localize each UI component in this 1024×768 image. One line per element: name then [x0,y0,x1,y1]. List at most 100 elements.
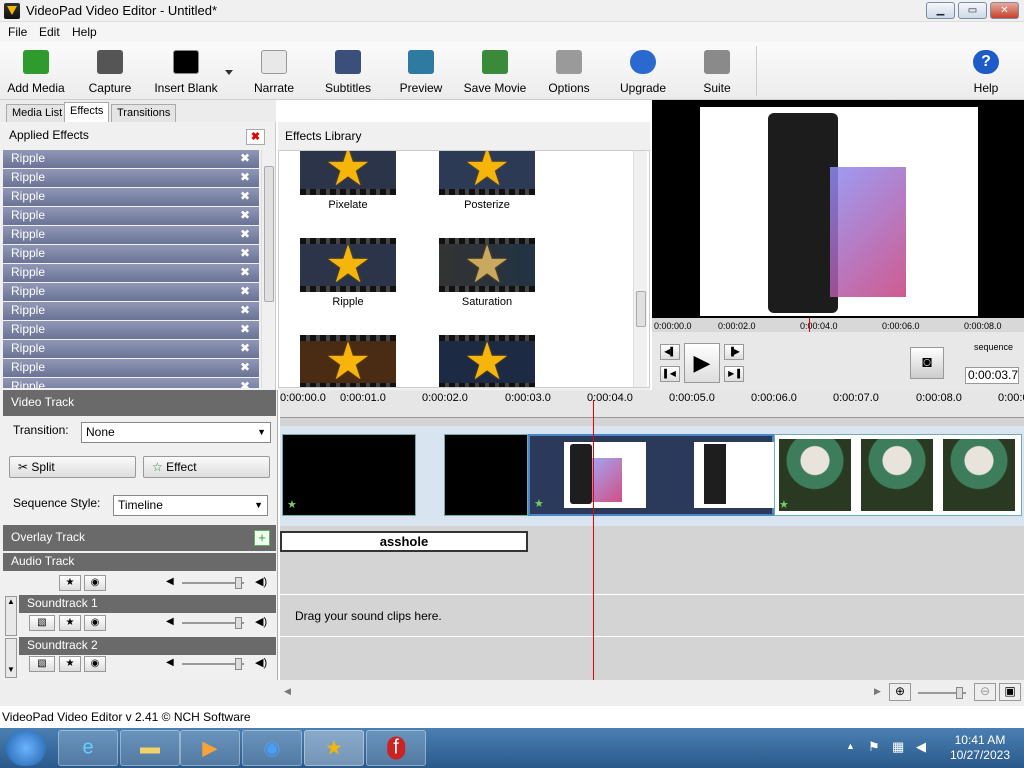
taskbar-chrome-icon[interactable]: ◉ [242,730,302,766]
applied-effect-row[interactable]: Ripple ✖ [3,359,259,377]
tray-flag-icon[interactable]: ⚑ [868,739,880,755]
taskbar-flash-icon[interactable]: f [366,730,426,766]
remove-effect-icon[interactable]: ✖ [240,283,250,300]
remove-effect-icon[interactable]: ✖ [240,226,250,243]
applied-effect-row[interactable]: Ripple ✖ [3,226,259,244]
scroll-down-arrow-icon[interactable]: ▼ [5,638,17,678]
insert-blank-button[interactable]: Insert Blank [150,48,222,98]
video-clip-phone-selected[interactable]: ★ [528,434,776,516]
mute-speaker-icon[interactable]: ◀ [166,657,174,668]
audio-volume-slider[interactable] [182,577,244,589]
help-button[interactable]: ? Help [966,48,1006,98]
zoom-slider[interactable] [918,687,966,699]
zoom-in-icon[interactable]: ⊕ [889,683,911,701]
add-overlay-icon[interactable]: + [254,530,270,546]
timeline-playhead[interactable] [593,400,594,680]
slider-knob[interactable] [235,577,242,589]
applied-effect-row[interactable]: Ripple ✖ [3,302,259,320]
soundtrack-2-volume-slider[interactable] [182,658,244,670]
go-end-button[interactable]: ▶▐ [724,366,744,382]
slider-knob[interactable] [235,658,242,670]
timeline-ruler[interactable]: 0:00:00.0 0:00:01.0 0:00:02.0 0:00:03.0 0:00… [280,390,1024,418]
zoom-out-icon[interactable]: ⊖ [974,683,996,701]
play-button[interactable]: ▶ [684,343,720,383]
insert-blank-dropdown[interactable] [222,48,236,98]
mute-speaker-icon[interactable]: ◀ [166,616,174,627]
effect-button[interactable]: ☆ Effect [143,456,270,478]
scrollbar-thumb[interactable] [264,166,274,302]
split-button[interactable]: ✂ Split [9,456,136,478]
soundtrack-1-effect-star-icon[interactable]: ★ [59,615,81,631]
zoom-fit-icon[interactable]: ▣ [999,683,1021,701]
go-start-button[interactable]: ▌◀ [660,366,680,382]
step-back-button[interactable]: ◀▌ [660,344,680,360]
tray-volume-icon[interactable]: ◀ [916,739,926,755]
subtitles-button[interactable]: Subtitles [320,48,376,98]
taskbar-explorer-icon[interactable]: ▬ [120,730,180,766]
applied-effect-row[interactable]: Ripple ✖ [3,378,259,388]
effect-thumb-posterize[interactable]: ★ [439,151,535,195]
effect-thumb-ripple[interactable]: ★ [300,238,396,292]
tab-transitions[interactable]: Transitions [111,104,177,122]
remove-effect-icon[interactable]: ✖ [240,207,250,224]
effect-thumb[interactable]: ★ [439,335,535,387]
start-button-icon[interactable] [6,730,46,766]
taskbar-internet-explorer-icon[interactable]: e [58,730,118,766]
sequence-style-select[interactable]: Timeline ▼ [113,495,268,516]
scrollbar-thumb[interactable] [636,291,646,327]
soundtrack-1-lock-icon[interactable]: ▧ [29,615,55,631]
remove-effect-icon[interactable]: ✖ [240,378,250,388]
capture-button[interactable]: Capture [84,48,136,98]
soundtrack-2-volume-icon[interactable]: ◉ [84,656,106,672]
remove-effect-icon[interactable]: ✖ [240,340,250,357]
narrate-button[interactable]: Narrate [248,48,300,98]
tray-network-icon[interactable]: ▦ [892,739,904,755]
suite-button[interactable]: Suite [694,48,740,98]
applied-effect-row[interactable]: Ripple ✖ [3,188,259,206]
applied-effect-row[interactable]: Ripple ✖ [3,207,259,225]
applied-effects-scrollbar[interactable] [261,150,275,388]
slider-knob[interactable] [956,687,963,699]
effect-thumb-pixelate[interactable]: ★ [300,151,396,195]
menu-help[interactable]: Help [72,25,97,39]
soundtrack-2-lock-icon[interactable]: ▧ [29,656,55,672]
close-button[interactable]: ✕ [990,2,1019,19]
soundtrack-2-effect-star-icon[interactable]: ★ [59,656,81,672]
preview-playhead[interactable] [809,318,810,332]
remove-all-effects-button[interactable]: ✖ [246,129,265,145]
remove-effect-icon[interactable]: ✖ [240,302,250,319]
applied-effect-row[interactable]: Ripple ✖ [3,169,259,187]
remove-effect-icon[interactable]: ✖ [240,169,250,186]
overlay-text-clip[interactable]: asshole [280,531,528,552]
audio-volume-icon[interactable]: ◉ [84,575,106,591]
video-clip-blank[interactable]: ★ [282,434,416,516]
preview-ruler[interactable]: 0:00:00.0 0:00:02.0 0:00:04.0 0:00:06.0 … [652,318,1024,332]
save-movie-button[interactable]: Save Movie [460,48,530,98]
step-forward-button[interactable]: ▐▶ [724,344,744,360]
upgrade-button[interactable]: Upgrade [616,48,670,98]
tab-media-list[interactable]: Media List [6,104,69,122]
scroll-up-arrow-icon[interactable]: ▲ [5,596,17,636]
scroll-left-icon[interactable]: ◀ [284,686,291,697]
effect-thumb-saturation[interactable]: ★ [439,238,535,292]
applied-effect-row[interactable]: Ripple ✖ [3,245,259,263]
slider-knob[interactable] [235,617,242,629]
applied-effect-row[interactable]: Ripple ✖ [3,321,259,339]
tab-effects[interactable]: Effects [64,102,110,122]
applied-effect-row[interactable]: Ripple ✖ [3,283,259,301]
effects-library-scrollbar[interactable] [633,151,647,387]
remove-effect-icon[interactable]: ✖ [240,264,250,281]
audio-effect-star-icon[interactable]: ★ [59,575,81,591]
tray-expand-icon[interactable]: ▲ [846,741,855,751]
menu-edit[interactable]: Edit [39,25,60,39]
video-clip-mushroom[interactable]: ★ [774,434,1022,516]
options-button[interactable]: Options [544,48,594,98]
remove-effect-icon[interactable]: ✖ [240,359,250,376]
transition-select[interactable]: None ▼ [81,422,271,443]
maximize-button[interactable]: ▭ [958,2,987,19]
effect-thumb[interactable]: ★ [300,335,396,387]
scroll-right-icon[interactable]: ▶ [874,686,881,697]
taskbar-media-player-icon[interactable]: ▶ [180,730,240,766]
taskbar-videopad-icon[interactable]: ★ [304,730,364,766]
mute-speaker-icon[interactable]: ◀ [166,576,174,587]
